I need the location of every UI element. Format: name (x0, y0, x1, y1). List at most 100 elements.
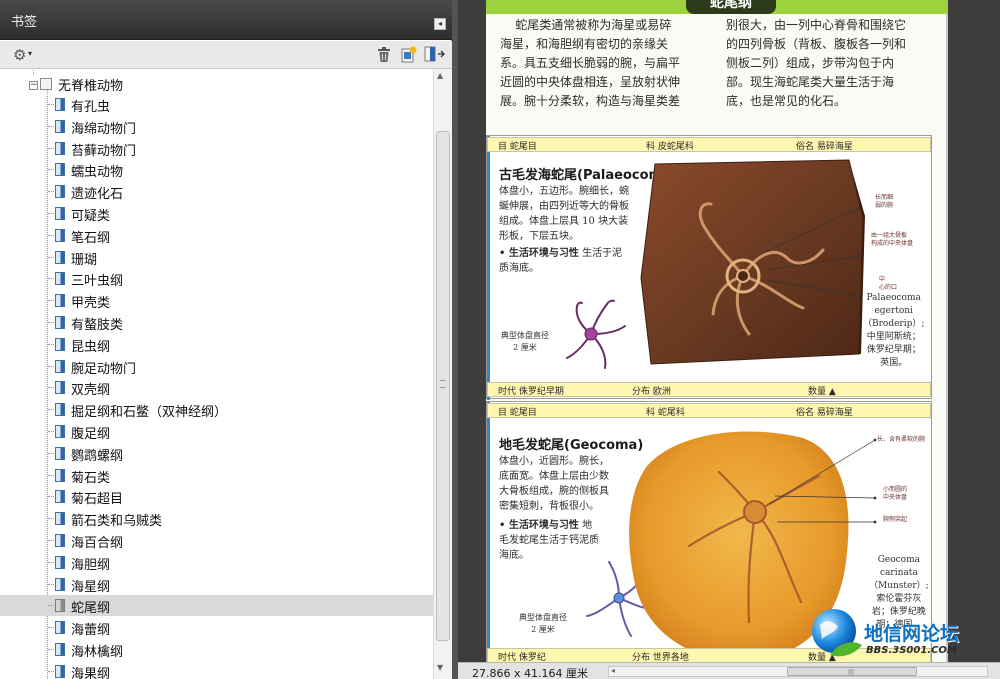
habitat-label: • 生活环境与习性 (499, 248, 579, 259)
card-count: 数量 ▲ (808, 387, 836, 397)
bookmark-label: 昆虫纲 (71, 339, 111, 355)
tree-connector (48, 605, 54, 607)
bookmark-icon (55, 359, 65, 373)
bookmark-label: 菊石超目 (71, 492, 124, 508)
bookmark-item[interactable]: 海林檎纲 (0, 639, 433, 660)
bookmark-icon (55, 468, 65, 482)
callout-label: 中 心的口 (879, 276, 898, 291)
bookmark-item[interactable]: 海绵动物门 (0, 116, 433, 137)
tree-connector (48, 191, 54, 193)
bookmark-tree: − 无脊椎动物 有孔虫 海绵动物门 苔藓动物门蠕虫动物 遗迹化石 可疑类笔石纲 珊瑚 三叶虫… (0, 69, 433, 679)
expand-bookmark-icon[interactable] (424, 46, 446, 63)
bookmark-label: 海果纲 (71, 666, 111, 679)
trash-icon[interactable] (377, 47, 391, 63)
bookmark-icon (55, 577, 65, 591)
scroll-up-arrow-icon[interactable]: ▲ (437, 71, 443, 80)
card-distribution: 分布 欧洲 (632, 387, 671, 397)
bookmark-item[interactable]: 菊石超目 (0, 486, 433, 507)
callout-label: 长而细 弱的腕 (875, 194, 894, 209)
bookmark-label: 笔石纲 (71, 230, 111, 246)
bookmark-icon (55, 381, 65, 395)
bookmark-item[interactable]: 笔石纲 (0, 225, 433, 246)
tree-connector (48, 278, 54, 280)
bookmark-item[interactable]: 海星纲 (0, 574, 433, 595)
bookmark-item[interactable]: 海百合纲 (0, 530, 433, 551)
bookmark-label: 蠕虫动物 (71, 165, 124, 181)
card-order: 目 蛇尾目 (498, 142, 537, 152)
bookmark-item[interactable]: 掘足纲和石鳖（双神经纲） (0, 399, 433, 420)
bookmark-item[interactable]: 苔藓动物门 (0, 138, 433, 159)
bookmark-item[interactable]: 甲壳类 (0, 290, 433, 311)
species-habitat: • 生活环境与习性 生活于泥 质海底。 (499, 246, 622, 276)
bookmark-icon (55, 207, 65, 220)
bookmark-icon (55, 163, 65, 177)
card-common-name: 俗名 易碎海星 (796, 142, 853, 152)
bookmark-icon (55, 512, 65, 526)
bookmark-item[interactable]: 腕足动物门 (0, 356, 433, 377)
tree-connector (48, 431, 54, 432)
tree-connector (48, 583, 54, 585)
bookmark-item[interactable]: 海胆纲 (0, 552, 433, 573)
bookmarks-panel: 书签 ◂ ⚙ ▾ − 无脊椎动物 有孔虫 海绵动物门 苔藓动物门 蠕虫动物 遗迹… (0, 0, 452, 679)
vertical-scroll-thumb[interactable] (436, 131, 450, 641)
bookmark-item[interactable]: 鹦鹉螺纲 (0, 443, 433, 464)
bookmark-item[interactable]: 双壳纲 (0, 377, 433, 398)
new-bookmark-icon[interactable] (401, 46, 417, 63)
bookmark-item[interactable]: 有螯肢类 (0, 312, 433, 333)
tree-connector (48, 104, 54, 105)
intro-text-left: 蛇尾类通常被称为海星或易碎 海星，和海胆纲有密切的亲缘关 系。具五支细长脆弱的腕… (500, 18, 681, 108)
pdf-reader-window: 书签 ◂ ⚙ ▾ − 无脊椎动物 有孔虫 海绵动物门 苔藓动物门 蠕虫动物 遗迹… (0, 0, 1000, 679)
bookmark-icon (55, 446, 65, 460)
tree-connector (48, 322, 54, 323)
horizontal-scroll-thumb[interactable]: ||| (787, 667, 917, 676)
bookmark-icon (55, 119, 65, 133)
card-distribution: 分布 世界各地 (632, 653, 689, 662)
chevron-down-icon: ▾ (28, 49, 33, 58)
bookmark-item[interactable]: 昆虫纲 (0, 334, 433, 355)
bookmark-icon (55, 316, 65, 329)
callout-label: 腕侧突起 (883, 516, 908, 523)
tree-connector (48, 496, 54, 498)
scroll-grip-icon (440, 380, 446, 388)
scroll-down-arrow-icon[interactable]: ▼ (437, 663, 443, 672)
callout-label: 由一组大骨板 构成的中央体盘 (871, 232, 914, 247)
bookmark-item[interactable]: 有孔虫 (0, 94, 433, 115)
bookmark-label: 腕足动物门 (71, 361, 137, 377)
scroll-left-arrow-icon[interactable]: ◂ (611, 666, 615, 675)
card-side-strip (487, 136, 490, 400)
species-description: 体盘小，近圆形。腕长， 底面宽。体盘上层由少数 大骨板组成，腕的侧板具 密集短刺… (499, 456, 609, 512)
bookmark-label: 掘足纲和石鳖（双神经纲） (71, 405, 228, 421)
bookmark-root-node[interactable]: − 无脊椎动物 (0, 73, 433, 94)
bookmark-item[interactable]: 蛇尾纲 (0, 595, 433, 617)
bookmark-label: 箭石类和乌贼类 (71, 514, 163, 530)
bookmark-item[interactable]: 可疑类 (0, 203, 433, 224)
bookmark-item[interactable]: 腹足纲 (0, 421, 433, 442)
bookmark-item[interactable]: 海蕾纲 (0, 617, 433, 638)
bookmark-icon (55, 490, 65, 504)
bookmark-vertical-scrollbar[interactable]: ▲ ▼ (433, 69, 452, 679)
bookmark-label: 双壳纲 (71, 383, 111, 399)
species-title: 地毛发蛇尾(Geocoma) (499, 438, 644, 453)
intro-text-right: 别很大，由一列中心脊骨和围绕它 的四列骨板（背板、腹板各一列和 侧板二列）组成，… (726, 18, 907, 108)
bookmark-item[interactable]: 蠕虫动物 (0, 159, 433, 180)
bookmark-item[interactable]: 珊瑚 (0, 247, 433, 268)
bookmark-item[interactable]: 菊石类 (0, 465, 433, 486)
horizontal-scrollbar[interactable]: ◂ ||| (608, 666, 988, 677)
document-viewer[interactable]: 蛇尾纲 蛇尾类通常被称为海星或易碎 海星，和海胆纲有密切的亲缘关 系。具五支细长… (458, 0, 1000, 662)
collapse-toggle-icon[interactable]: − (29, 81, 38, 90)
card-common-name: 俗名 易碎海星 (796, 408, 853, 418)
habitat-label: • 生活环境与习性 (499, 520, 579, 531)
bookmark-item[interactable]: 海果纲 (0, 661, 433, 679)
bookmark-label: 海星纲 (71, 579, 111, 595)
chapter-banner-title: 蛇尾纲 (686, 0, 776, 14)
scroll-grip-icon: ||| (848, 669, 855, 676)
collapse-panel-button[interactable]: ◂ (434, 18, 446, 30)
bookmark-item[interactable]: 箭石类和乌贼类 (0, 508, 433, 529)
bookmark-item[interactable]: 遗迹化石 (0, 181, 433, 202)
bookmark-icon (55, 534, 65, 547)
options-menu-button[interactable]: ⚙ ▾ (13, 46, 37, 64)
bookmark-label: 腹足纲 (71, 427, 111, 442)
bookmark-item[interactable]: 三叶虫纲 (0, 268, 433, 289)
tree-connector (48, 213, 54, 214)
bookmark-icon (55, 337, 65, 351)
